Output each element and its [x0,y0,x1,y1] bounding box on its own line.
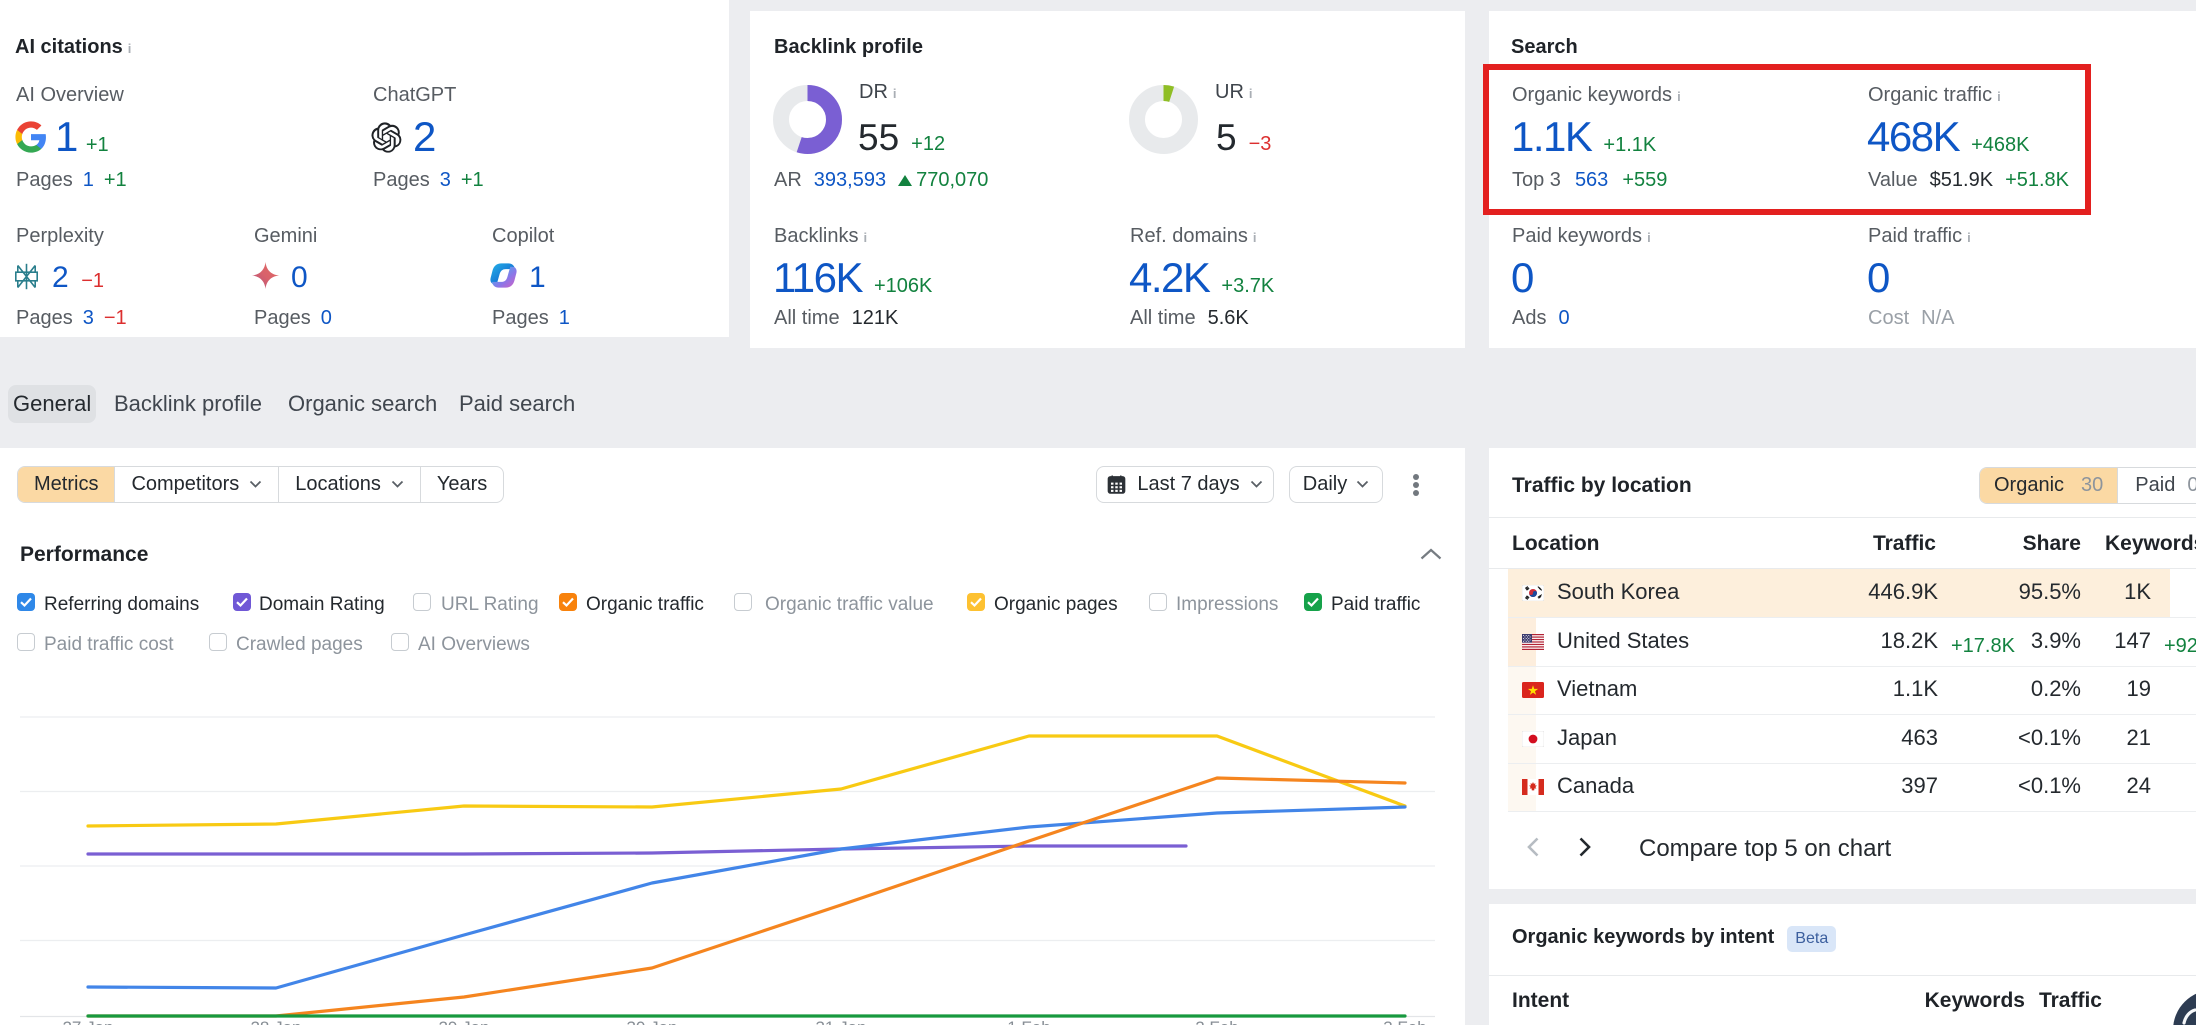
svg-text:2 Feb: 2 Feb [1195,1018,1238,1025]
svg-text:1 Feb: 1 Feb [1007,1018,1050,1025]
svg-text:29 Jan: 29 Jan [438,1018,489,1025]
svg-text:3 Feb: 3 Feb [1383,1018,1426,1025]
svg-text:31 Jan: 31 Jan [815,1018,866,1025]
svg-text:28 Jan: 28 Jan [250,1018,301,1025]
svg-text:30 Jan: 30 Jan [626,1018,677,1025]
svg-text:27 Jan: 27 Jan [62,1018,113,1025]
